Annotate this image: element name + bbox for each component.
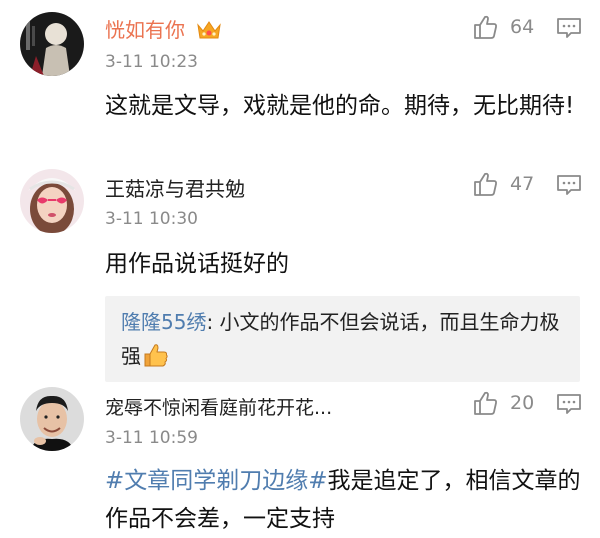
comment-item: 恍如有你 3-11 10:23 64 这就是文导，戏就是他的命。期待，无比期待! <box>0 0 600 165</box>
like-button[interactable]: 64 <box>472 14 536 40</box>
comment-time: 3-11 10:59 <box>105 428 198 448</box>
reply-button[interactable] <box>556 16 582 40</box>
sub-reply-username[interactable]: 隆隆55绣 <box>121 310 206 334</box>
comment-text: 这就是文导，戏就是他的命。期待，无比期待! <box>105 93 575 119</box>
crown-icon <box>196 19 222 41</box>
comment-icon <box>557 175 581 195</box>
like-count: 20 <box>510 392 535 414</box>
comment-time: 3-11 10:23 <box>105 52 198 72</box>
thumbs-up-icon <box>474 391 497 415</box>
username[interactable]: 宠辱不惊闲看庭前花开花... <box>105 395 332 421</box>
thumbs-up-icon <box>474 172 497 196</box>
comment-item: 宠辱不惊闲看庭前花开花... 3-11 10:59 20 #文章同学剃刀边缘#我… <box>0 385 600 538</box>
thumbs-up-icon <box>474 15 497 39</box>
sub-reply-text: 隆隆55绣: 小文的作品不但会说话，而且生命力极强 <box>121 305 571 373</box>
comment-icon <box>557 394 581 414</box>
comment-icon <box>557 18 581 38</box>
sub-reply-box[interactable]: 隆隆55绣: 小文的作品不但会说话，而且生命力极强 <box>105 296 580 382</box>
comment-time: 3-11 10:30 <box>105 209 198 229</box>
hashtag-link[interactable]: #文章同学剃刀边缘# <box>105 468 328 494</box>
like-count: 47 <box>510 173 535 195</box>
comment-feed: 恍如有你 3-11 10:23 64 这就是文导，戏就是他的命。期待，无比期待!… <box>0 0 600 538</box>
avatar[interactable] <box>20 169 84 233</box>
comment-text: #文章同学剃刀边缘#我是追定了，相信文章的作品不会差，一定支持 <box>105 462 585 538</box>
like-button[interactable]: 47 <box>472 171 536 197</box>
thumbs-up-emoji-icon <box>141 341 169 369</box>
like-button[interactable]: 20 <box>472 390 536 416</box>
comment-text: 用作品说话挺好的 <box>105 251 289 277</box>
like-count: 64 <box>510 16 535 38</box>
avatar[interactable] <box>20 12 84 76</box>
avatar[interactable] <box>20 387 84 451</box>
username[interactable]: 恍如有你 <box>105 17 185 43</box>
reply-button[interactable] <box>556 173 582 197</box>
reply-button[interactable] <box>556 392 582 416</box>
username[interactable]: 王菇凉与君共勉 <box>105 176 245 202</box>
